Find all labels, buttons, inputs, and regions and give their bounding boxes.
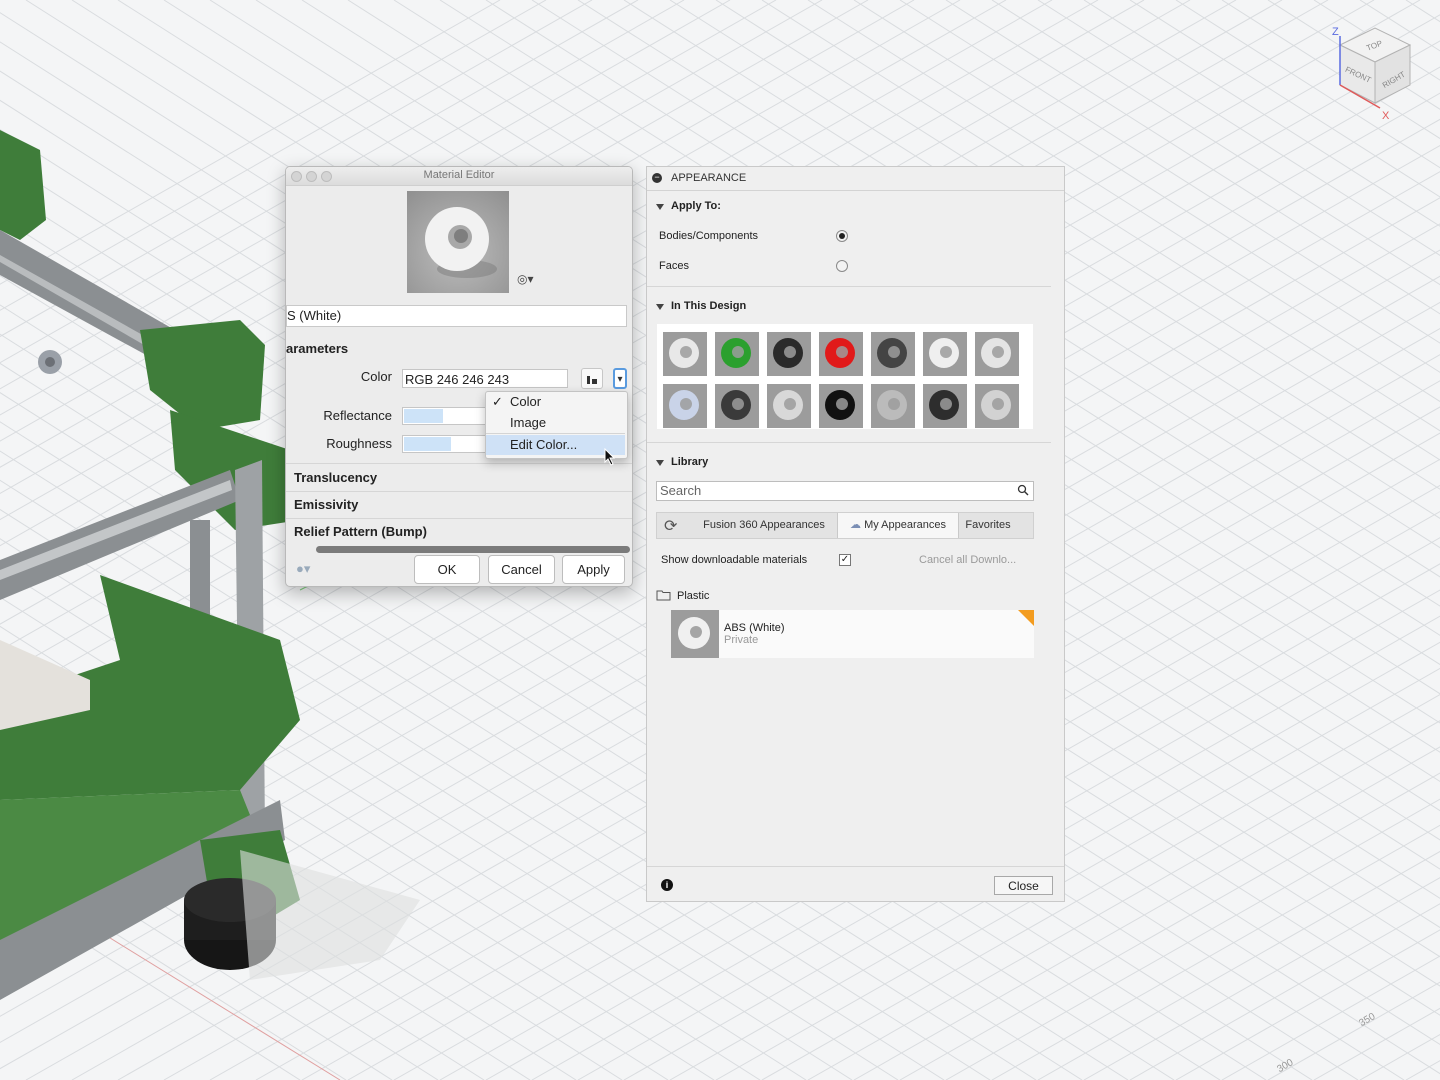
tab-my-appearances[interactable]: ☁ My Appearances [837, 513, 959, 538]
library-collapse-icon[interactable] [656, 460, 664, 466]
color-source-dropdown-button[interactable]: ▾ [613, 368, 627, 389]
appearance-swatch[interactable] [975, 384, 1019, 428]
menu-item-image[interactable]: Image [486, 413, 625, 433]
appearance-swatch[interactable] [923, 384, 967, 428]
search-icon[interactable] [1017, 484, 1029, 496]
color-picker-button[interactable] [581, 368, 603, 389]
relief-pattern-section[interactable]: Relief Pattern (Bump) [294, 524, 427, 539]
library-tabs: ⟳ Fusion 360 Appearances ☁ My Appearance… [656, 512, 1034, 539]
section-divider [286, 463, 632, 464]
emissivity-section[interactable]: Emissivity [294, 497, 358, 512]
close-button[interactable]: Close [994, 876, 1053, 895]
cancel-button[interactable]: Cancel [488, 555, 555, 584]
section-divider [286, 491, 632, 492]
in-this-design-collapse-icon[interactable] [656, 304, 664, 310]
appearance-swatch[interactable] [871, 384, 915, 428]
mouse-cursor-icon [604, 448, 616, 466]
appearance-swatch[interactable] [923, 332, 967, 376]
info-icon[interactable]: i [661, 879, 673, 891]
menu-separator [486, 433, 625, 434]
material-options-icon[interactable]: ●▾ [296, 561, 322, 579]
cancel-all-downloads-link[interactable]: Cancel all Downlo... [919, 554, 1016, 566]
section-divider [647, 286, 1051, 287]
checkmark-icon: ✓ [492, 394, 503, 409]
footer-divider [647, 866, 1064, 867]
tab-fusion-360-appearances[interactable]: Fusion 360 Appearances [691, 513, 837, 538]
bodies-components-label: Bodies/Components [659, 230, 759, 242]
z-axis-label: Z [1332, 26, 1339, 38]
reflectance-slider[interactable] [402, 407, 490, 425]
appearance-swatch[interactable] [767, 384, 811, 428]
material-preview [407, 191, 509, 293]
tab-favorites[interactable]: Favorites [957, 513, 1019, 538]
appearance-swatch[interactable] [767, 332, 811, 376]
refresh-icon[interactable]: ⟳ [664, 516, 677, 536]
reflectance-label: Reflectance [323, 408, 392, 423]
appearance-header: − APPEARANCE [647, 167, 1064, 191]
plastic-folder[interactable]: Plastic [677, 590, 709, 602]
appearance-swatch[interactable] [663, 332, 707, 376]
reflectance-slider-fill [404, 409, 443, 423]
appearance-swatch[interactable] [663, 384, 707, 428]
bodies-components-radio[interactable] [836, 230, 848, 242]
apply-to-heading: Apply To: [671, 200, 721, 212]
appearance-swatch[interactable] [975, 332, 1019, 376]
preview-options-icon[interactable]: ◎▾ [517, 272, 534, 286]
faces-label: Faces [659, 260, 689, 272]
appearance-swatch[interactable] [819, 332, 863, 376]
roughness-slider[interactable] [402, 435, 490, 453]
x-axis-label: X [1382, 110, 1390, 122]
library-search-input[interactable]: Search [656, 481, 1034, 501]
appearance-panel[interactable]: − APPEARANCE Apply To: Bodies/Components… [646, 166, 1065, 902]
apply-button[interactable]: Apply [562, 555, 625, 584]
appearance-title: APPEARANCE [671, 172, 747, 184]
apply-to-collapse-icon[interactable] [656, 204, 664, 210]
horizontal-scrollbar[interactable] [316, 546, 630, 553]
cloud-icon: ☁ [850, 519, 861, 531]
ok-button[interactable]: OK [414, 555, 480, 584]
material-editor-titlebar[interactable]: Material Editor [286, 167, 632, 186]
eyedropper-icon [587, 376, 597, 384]
library-heading: Library [671, 456, 709, 468]
material-editor-window[interactable]: Material Editor ◎▾ S (White) arameters C… [285, 166, 633, 587]
appearance-swatch[interactable] [715, 332, 759, 376]
in-this-design-heading: In This Design [671, 300, 747, 312]
material-name-field[interactable]: S (White) [286, 305, 627, 327]
section-divider [286, 518, 632, 519]
translucency-section[interactable]: Translucency [294, 470, 377, 485]
appearance-swatch[interactable] [715, 384, 759, 428]
show-downloadable-checkbox[interactable]: ✓ [839, 554, 851, 566]
collapse-panel-icon[interactable]: − [652, 173, 662, 183]
color-value-field[interactable]: RGB 246 246 243 [402, 369, 568, 388]
library-material-card[interactable]: ABS (White) Private [671, 610, 1034, 658]
design-appearances-grid [657, 324, 1033, 429]
show-downloadable-label: Show downloadable materials [661, 554, 808, 566]
appearance-swatch[interactable] [819, 384, 863, 428]
roughness-slider-fill [404, 437, 452, 451]
appearance-swatch[interactable] [871, 332, 915, 376]
material-sub: Private [724, 634, 759, 646]
material-thumbnail [671, 610, 719, 658]
material-editor-title: Material Editor [423, 169, 495, 181]
folder-icon [656, 590, 671, 601]
download-badge-icon [1018, 610, 1034, 626]
material-name: ABS (White) [724, 622, 785, 634]
menu-item-color[interactable]: ✓ Color [486, 392, 625, 412]
color-label: Color [360, 369, 392, 384]
faces-radio[interactable] [836, 260, 848, 272]
section-divider [647, 442, 1051, 443]
parameters-heading: arameters [286, 341, 349, 356]
roughness-label: Roughness [326, 436, 392, 451]
